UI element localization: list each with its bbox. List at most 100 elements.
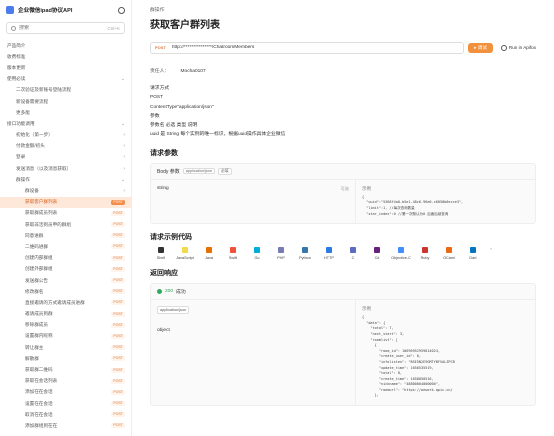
sidebar-item[interactable]: 发送消息（以及消息获取） › (0, 163, 131, 174)
sidebar-item-label: 产品简介 (7, 42, 26, 48)
chevron-icon: › (123, 188, 125, 195)
language-tab[interactable]: OCaml (438, 247, 460, 260)
sidebar-item[interactable]: 邀请成员到群 POST (0, 309, 131, 320)
sidebar-item[interactable]: 设置在在会话 POST (0, 398, 131, 409)
sidebar-item[interactable]: 添加群组到在在 POST (0, 420, 131, 431)
switch-project-icon[interactable] (118, 6, 125, 14)
sidebar-item[interactable]: 添加在在会话 POST (0, 387, 131, 398)
language-icon (374, 247, 380, 254)
language-tab[interactable]: Go (246, 247, 268, 260)
sidebar-item-label: 收费标准 (7, 53, 26, 59)
sidebar-item[interactable]: 取消在在会话 POST (0, 409, 131, 420)
language-tab[interactable]: Ruby (414, 247, 436, 260)
more-languages-chevron-icon[interactable]: › (486, 247, 496, 260)
chevron-icon: › (123, 143, 125, 150)
sidebar-item[interactable]: 解散群 POST (0, 353, 131, 364)
language-label: Shell (156, 256, 166, 261)
sidebar-item[interactable]: 初始化（第一步） › (0, 130, 131, 141)
sidebar-item[interactable]: 设置群内昵称 POST (0, 331, 131, 342)
sidebar-item[interactable]: 更多能 (0, 107, 131, 118)
request-url[interactable]: http://***************/ChatroomMembers (172, 45, 459, 50)
sidebar-item[interactable]: 二维码进群 POST (0, 241, 131, 252)
sidebar-item[interactable]: 获取群二维码 POST (0, 364, 131, 375)
url-box[interactable]: POST http://***************/ChatroomMemb… (150, 41, 465, 54)
language-icon (206, 247, 212, 254)
sidebar-item[interactable]: 接口功能调用 ⌄ (0, 118, 131, 129)
sidebar-item[interactable]: 付款金额/初头 › (0, 141, 131, 152)
sidebar-item[interactable]: 获取客户群列表 POST (0, 196, 131, 208)
sidebar-item[interactable]: 收费标准 (0, 51, 131, 62)
body-panel-content: string 可选 示例 { "uuid":"5368f4a0-b5e1-48c… (151, 179, 535, 224)
response-schema-column: application/json object (151, 300, 356, 406)
language-icon (470, 247, 476, 254)
run-in-apifox-button[interactable]: Run in Apifox (500, 44, 536, 51)
method-badge: POST (111, 389, 125, 395)
sidebar-item[interactable]: 移除群成员 POST (0, 320, 131, 331)
chevron-icon: ⌄ (120, 76, 125, 83)
request-body-panel: Body 参数 application/json 必填 string 可选 示例… (150, 162, 536, 225)
code-line: }, (362, 393, 379, 398)
sidebar-item[interactable]: 转让群主 POST (0, 342, 131, 353)
language-tab[interactable]: Swift (222, 247, 244, 260)
breadcrumb[interactable]: 群操作 (150, 6, 536, 13)
debug-button[interactable]: ▸ 调试 (468, 42, 493, 53)
sidebar-item[interactable]: 新设备需要流程 (0, 96, 131, 107)
description-line: uuid 是 String 每个实例的唯一标识，根据uuid操作具体企业微信 (150, 132, 286, 138)
sidebar-item-label: 创建内部群组 (25, 255, 53, 261)
sidebar-item[interactable]: 群设备 › (0, 185, 131, 196)
language-tab[interactable]: HTTP (318, 247, 340, 260)
body-params-label: Body 参数 (157, 168, 180, 175)
sidebar-item[interactable]: 创建外部群组 POST (0, 264, 131, 275)
sidebar-item[interactable]: 获取在会话列表 POST (0, 376, 131, 387)
required-tag: 必填 (217, 167, 232, 175)
sidebar-item-label: 移除群成员 (25, 322, 48, 328)
language-tab[interactable]: C# (366, 247, 388, 260)
search-box[interactable]: Ctrl+K (6, 22, 125, 34)
sidebar-item[interactable]: 获取非活到员申的群组 POST (0, 219, 131, 230)
language-tab[interactable]: Java (198, 247, 220, 260)
sidebar-item-label: 版本更新 (7, 64, 26, 70)
sidebar-item[interactable]: 修改群名 POST (0, 286, 131, 297)
language-tab[interactable]: Objective-C (390, 247, 412, 260)
language-tab[interactable]: JavaScript (174, 247, 196, 260)
sidebar-item[interactable]: 二次验证及新账号登陆流程 (0, 85, 131, 96)
sidebar-item[interactable]: 版本更新 (0, 62, 131, 73)
language-label: Swift (228, 256, 238, 261)
language-tab[interactable]: PHP (270, 247, 292, 260)
sidebar-item-label: 获取在会话列表 (25, 378, 58, 384)
method-badge: POST (111, 401, 125, 407)
method-badge: POST (111, 412, 125, 418)
sidebar-item[interactable]: 登录 › (0, 152, 131, 163)
sidebar-item[interactable]: 产品简介 (0, 40, 131, 51)
language-icon (422, 247, 428, 254)
sidebar-item[interactable]: 发送群公告 POST (0, 275, 131, 286)
sidebar-item-label: 新设备需要流程 (16, 98, 49, 104)
search-input[interactable] (19, 25, 108, 31)
language-tab[interactable]: C (342, 247, 364, 260)
sidebar-item[interactable]: 同意进群 POST (0, 230, 131, 241)
method-badge: POST (111, 378, 125, 384)
sidebar-item[interactable]: 获取群成员列表 POST (0, 208, 131, 219)
method-badge: POST (111, 222, 125, 228)
response-status-tab[interactable]: 200 成功 (151, 284, 535, 301)
language-tab[interactable]: Python (294, 247, 316, 260)
method-badge: POST (111, 278, 125, 284)
language-label: C# (374, 256, 380, 261)
language-icon (278, 247, 284, 254)
method-badge: POST (111, 266, 125, 272)
response-body: application/json object 示例 { "data": { "… (151, 300, 535, 406)
sidebar-item[interactable]: 使用必读 ⌄ (0, 74, 131, 85)
chevron-icon: › (123, 132, 125, 139)
field-type: string (157, 185, 169, 191)
sidebar-item[interactable]: 直接邀请的方式邀请成员进群 POST (0, 297, 131, 308)
body-panel-header: Body 参数 application/json 必填 (151, 164, 535, 180)
sidebar-item[interactable]: 创建内部群组 POST (0, 253, 131, 264)
sidebar-item[interactable]: 群操作 ⌄ (0, 174, 131, 185)
sidebar-item-label: 获取非活到员申的群组 (25, 221, 71, 227)
language-tab[interactable]: Shell (150, 247, 172, 260)
app-logo-icon (6, 6, 14, 14)
language-tab[interactable]: Dart (462, 247, 484, 260)
owner-name: Mocha0107 (180, 69, 206, 74)
sidebar-item-label: 获取群成员列表 (25, 210, 58, 216)
request-params-heading: 请求参数 (150, 149, 178, 157)
